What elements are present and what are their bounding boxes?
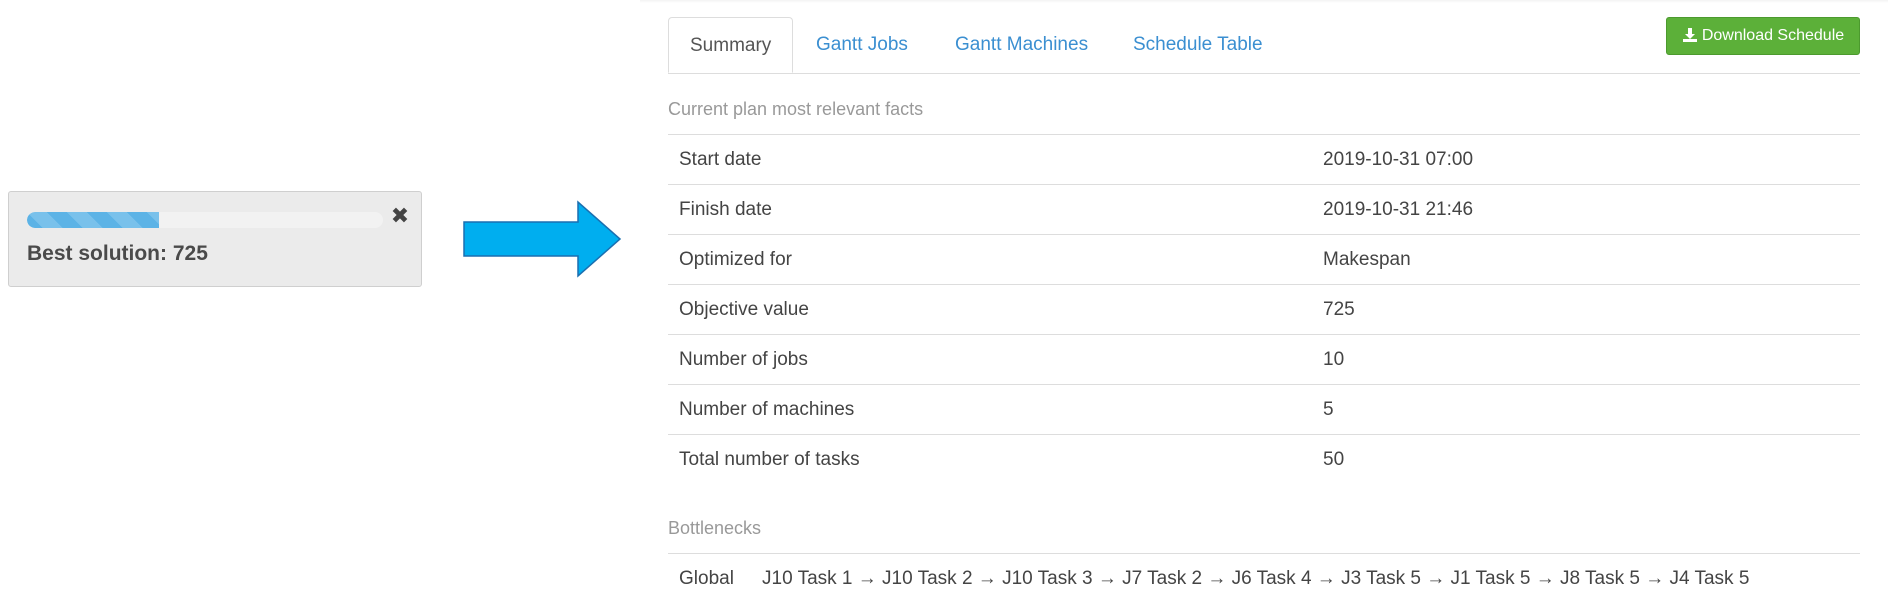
- fact-value: 725: [1323, 299, 1355, 320]
- summary-heading: Current plan most relevant facts: [668, 99, 924, 119]
- fact-label: Start date: [679, 149, 762, 170]
- tab-gantt-machines[interactable]: Gantt Machines: [955, 17, 1088, 73]
- page: ✖ Best solution: 725 Summary Gantt Jobs …: [0, 0, 1888, 613]
- bottlenecks-row: Global J10 Task 1 → J10 Task 2 → J10 Tas…: [668, 553, 1860, 604]
- table-row: Finish date 2019-10-31 21:46: [668, 184, 1860, 234]
- facts-table: Start date 2019-10-31 07:00 Finish date …: [668, 134, 1860, 484]
- download-schedule-button[interactable]: Download Schedule: [1666, 17, 1860, 55]
- download-icon: [1682, 28, 1697, 42]
- fact-value: 50: [1323, 449, 1345, 470]
- table-row: Optimized for Makespan: [668, 234, 1860, 284]
- bottleneck-global-path: J10 Task 1 → J10 Task 2 → J10 Task 3 → J…: [762, 568, 1750, 589]
- fact-value: 5: [1323, 399, 1334, 420]
- fact-value: 2019-10-31 21:46: [1323, 199, 1474, 220]
- fact-value: 2019-10-31 07:00: [1323, 149, 1474, 170]
- table-row: Objective value 725: [668, 284, 1860, 334]
- fact-label: Optimized for: [679, 249, 792, 270]
- fact-value: 10: [1323, 349, 1345, 370]
- fact-label: Finish date: [679, 199, 772, 220]
- fact-value: Makespan: [1323, 249, 1411, 270]
- bottlenecks-heading: Bottlenecks: [668, 518, 762, 538]
- tab-schedule-table[interactable]: Schedule Table: [1133, 17, 1263, 73]
- download-schedule-label: Download Schedule: [1701, 27, 1845, 44]
- fact-label: Number of machines: [679, 399, 855, 420]
- arrow-right-icon: [463, 200, 622, 278]
- bottleneck-global-label: Global: [679, 568, 734, 589]
- fact-label: Objective value: [679, 299, 809, 320]
- table-row: Total number of tasks 50: [668, 434, 1860, 484]
- tab-gantt-jobs[interactable]: Gantt Jobs: [816, 17, 908, 73]
- progress-bar-fill: [27, 212, 159, 228]
- progress-bar: [27, 212, 383, 228]
- table-row: Start date 2019-10-31 07:00: [668, 134, 1860, 184]
- best-solution-label: Best solution: 725: [27, 242, 208, 265]
- fact-label: Number of jobs: [679, 349, 808, 370]
- tab-summary[interactable]: Summary: [668, 17, 794, 73]
- close-icon[interactable]: ✖: [389, 204, 411, 228]
- solver-progress-panel: ✖ Best solution: 725: [8, 191, 422, 287]
- table-row: Number of machines 5: [668, 384, 1860, 434]
- top-shadow: [640, 0, 1888, 3]
- table-row: Number of jobs 10: [668, 334, 1860, 384]
- fact-label: Total number of tasks: [679, 449, 860, 470]
